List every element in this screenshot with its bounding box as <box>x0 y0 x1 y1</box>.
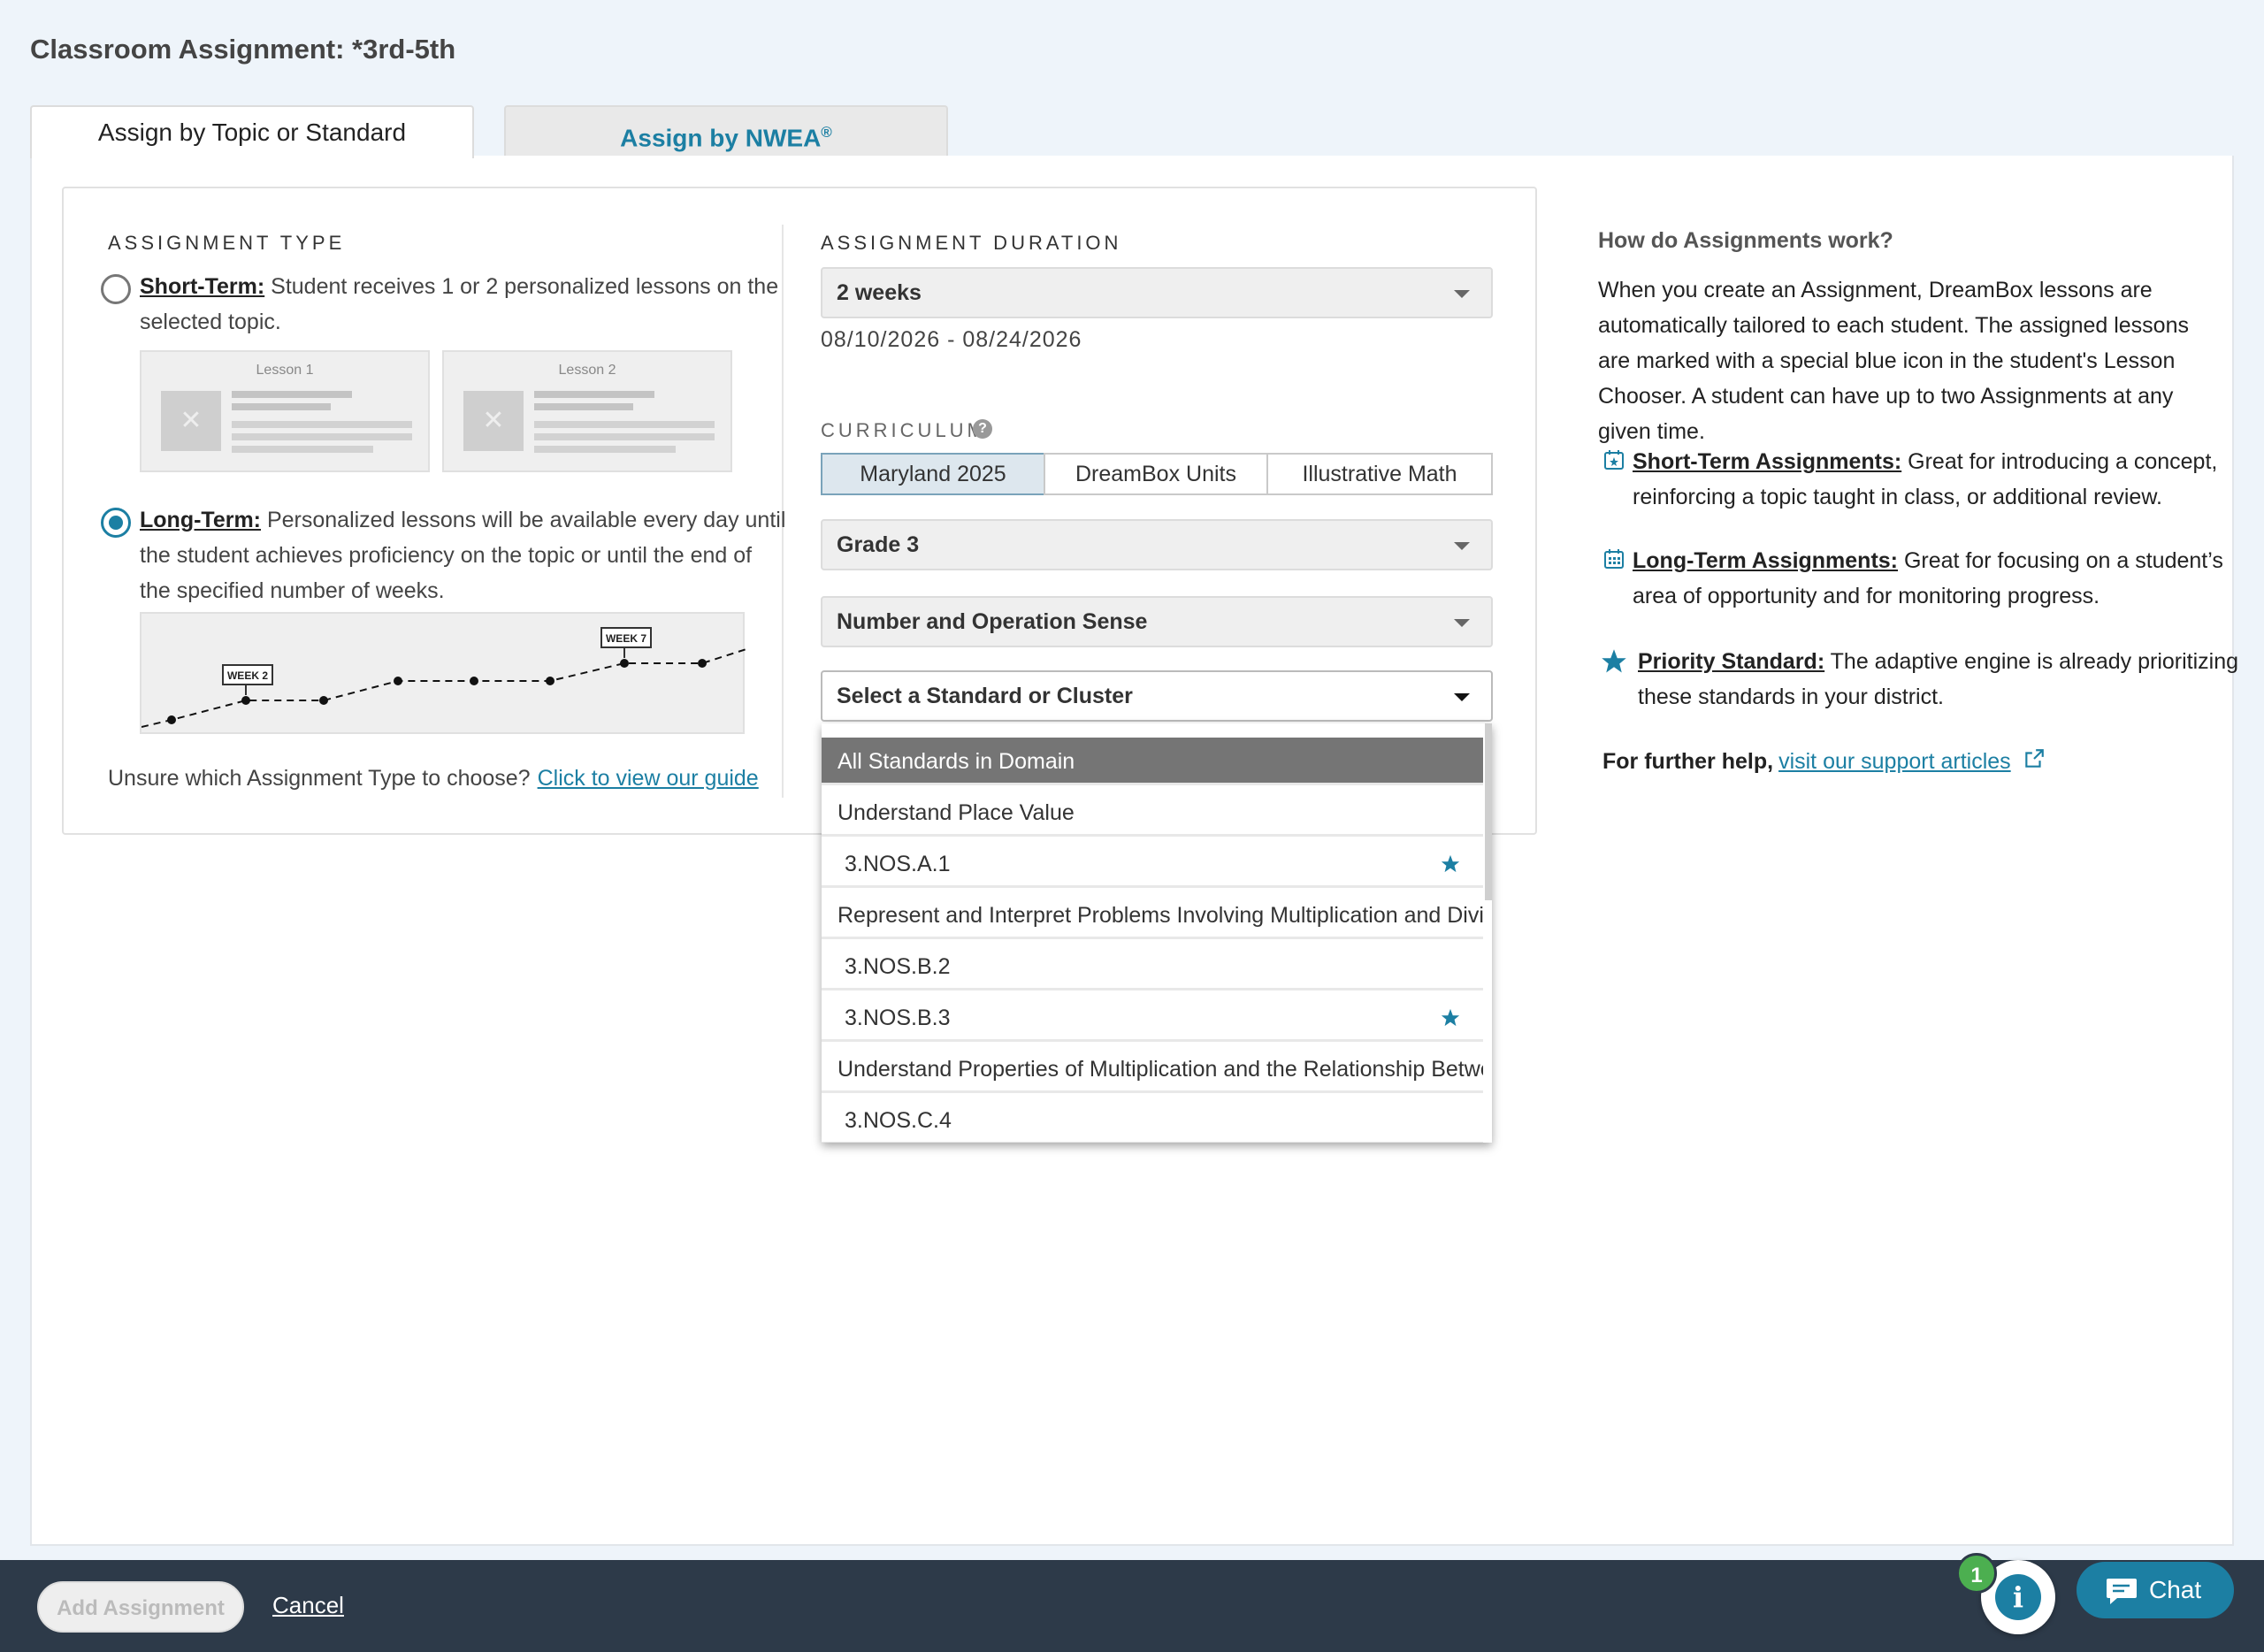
curriculum-option-dreambox[interactable]: DreamBox Units <box>1044 453 1268 495</box>
lesson-1-preview: Lesson 1 ✕ <box>140 350 430 472</box>
long-term-calendar-icon <box>1604 549 1624 569</box>
add-assignment-button[interactable]: Add Assignment <box>37 1581 244 1633</box>
info-icon: i <box>1995 1574 2041 1620</box>
long-term-desc-2: the student achieves proficiency on the … <box>140 543 753 568</box>
help-icon[interactable]: ? <box>973 419 992 439</box>
short-term-radio[interactable] <box>101 274 131 304</box>
grade-value: Grade 3 <box>837 532 920 557</box>
image-placeholder-icon: ✕ <box>161 391 221 451</box>
long-term-option-text: Long-Term: Personalized lessons will be … <box>140 502 785 608</box>
dropdown-option[interactable]: Understand Properties of Multiplication … <box>822 1045 1483 1093</box>
standard-placeholder: Select a Standard or Cluster <box>837 684 1133 708</box>
dropdown-option[interactable]: Understand Place Value <box>822 789 1483 837</box>
priority-star-icon <box>1602 649 1626 673</box>
curriculum-label: CURRICULUM <box>821 419 987 441</box>
dropdown-option[interactable]: 3.NOS.B.2 <box>822 943 1483 990</box>
info-title: How do Assignments work? <box>1598 228 1893 253</box>
short-term-info-desc-1: Great for introducing a concept, <box>1901 449 2218 474</box>
long-term-info: Long-Term Assignments: Great for focusin… <box>1633 543 2223 614</box>
chevron-down-icon <box>1454 619 1470 627</box>
dropdown-scrollbar[interactable] <box>1485 723 1492 900</box>
chat-label: Chat <box>2149 1576 2202 1603</box>
option-label: All Standards in Domain <box>838 749 1075 774</box>
option-label: 3.NOS.B.2 <box>845 954 951 979</box>
priority-info-label: Priority Standard: <box>1638 649 1825 674</box>
dropdown-option[interactable]: 3.NOS.B.3 <box>822 994 1483 1042</box>
lesson-1-title: Lesson 1 <box>256 363 314 378</box>
duration-value: 2 weeks <box>837 280 922 305</box>
dropdown-option[interactable]: 3.NOS.C.4 <box>822 1097 1483 1143</box>
domain-select[interactable]: Number and Operation Sense <box>821 596 1493 647</box>
long-term-info-desc-1: Great for focusing on a student’s <box>1898 548 2223 573</box>
domain-value: Number and Operation Sense <box>837 609 1148 634</box>
grade-select[interactable]: Grade 3 <box>821 519 1493 570</box>
tab-nwea-label: Assign by NWEA <box>620 124 822 152</box>
curriculum-option-maryland[interactable]: Maryland 2025 <box>821 453 1045 495</box>
guide-prompt-text: Unsure which Assignment Type to choose? <box>108 766 531 791</box>
long-term-info-desc-2: area of opportunity and for monitoring p… <box>1633 584 2100 608</box>
tab-assign-by-nwea[interactable]: Assign by NWEA® <box>504 105 948 157</box>
image-placeholder-icon: ✕ <box>463 391 524 451</box>
long-term-info-label: Long-Term Assignments: <box>1633 548 1899 573</box>
further-help: For further help, visit our support artic… <box>1602 747 2046 775</box>
duration-select[interactable]: 2 weeks <box>821 267 1493 318</box>
priority-info-desc-1: The adaptive engine is already prioritiz… <box>1824 649 2239 674</box>
option-label: Understand Place Value <box>838 800 1075 825</box>
short-term-option-text: Short-Term: Student receives 1 or 2 pers… <box>140 269 778 340</box>
long-term-desc-3: the specified number of weeks. <box>140 578 445 603</box>
date-range: 08/10/2026 - 08/24/2026 <box>821 327 1082 352</box>
short-term-info-label: Short-Term Assignments: <box>1633 449 1902 474</box>
external-link-icon[interactable] <box>2023 747 2046 770</box>
option-label: 3.NOS.B.3 <box>845 1006 951 1030</box>
curriculum-option-illustrative[interactable]: Illustrative Math <box>1266 453 1493 495</box>
short-term-desc-2: selected topic. <box>140 310 281 334</box>
further-help-prefix: For further help, <box>1602 749 1774 774</box>
assignment-type-label: ASSIGNMENT TYPE <box>108 232 346 254</box>
support-articles-link[interactable]: visit our support articles <box>1778 749 2011 774</box>
lesson-2-title: Lesson 2 <box>558 363 616 378</box>
guide-prompt: Unsure which Assignment Type to choose? C… <box>108 766 759 792</box>
dropdown-option[interactable]: All Standards in Domain <box>822 738 1483 785</box>
chevron-down-icon <box>1454 693 1470 701</box>
long-term-radio[interactable] <box>101 508 131 538</box>
chevron-down-icon <box>1454 290 1470 298</box>
chat-bubble-icon <box>2107 1579 2137 1604</box>
registered-mark: ® <box>821 124 832 141</box>
notification-badge: 1 <box>1956 1553 1997 1594</box>
chevron-down-icon <box>1454 542 1470 550</box>
page-title: Classroom Assignment: *3rd-5th <box>30 34 456 65</box>
option-label: 3.NOS.C.4 <box>845 1108 952 1133</box>
progress-line-illustration: WEEK 2 WEEK 7 <box>141 627 747 728</box>
option-label: Represent and Interpret Problems Involvi… <box>838 903 1483 928</box>
short-term-info-desc-2: reinforcing a topic taught in class, or … <box>1633 485 2162 509</box>
assignment-duration-label: ASSIGNMENT DURATION <box>821 232 1122 254</box>
lesson-2-preview: Lesson 2 ✕ <box>442 350 732 472</box>
short-term-info: Short-Term Assignments: Great for introd… <box>1633 444 2217 515</box>
priority-star-icon <box>1441 1008 1460 1027</box>
chart-week-2-label: WEEK 2 <box>227 669 268 682</box>
guide-link[interactable]: Click to view our guide <box>538 766 759 791</box>
standard-dropdown-list: All Standards in Domain Understand Place… <box>822 723 1492 1143</box>
short-term-calendar-icon <box>1604 450 1624 470</box>
long-term-desc-1: Personalized lessons will be available e… <box>261 508 786 532</box>
dropdown-option[interactable]: Represent and Interpret Problems Involvi… <box>822 891 1483 939</box>
tab-assign-by-topic[interactable]: Assign by Topic or Standard <box>30 105 474 158</box>
info-paragraph: When you create an Assignment, DreamBox … <box>1598 278 2189 444</box>
priority-standard-info: Priority Standard: The adaptive engine i… <box>1638 644 2238 715</box>
cancel-link[interactable]: Cancel <box>272 1592 344 1619</box>
short-term-label: Short-Term: <box>140 274 265 299</box>
priority-info-desc-2: these standards in your district. <box>1638 685 1944 709</box>
dropdown-option[interactable]: 3.NOS.A.1 <box>822 840 1483 888</box>
standard-select[interactable]: Select a Standard or Cluster <box>821 670 1493 722</box>
priority-star-icon <box>1441 854 1460 873</box>
long-term-progress-illustration: WEEK 2 WEEK 7 <box>140 612 747 734</box>
option-label: 3.NOS.A.1 <box>845 852 951 876</box>
chart-week-7-label: WEEK 7 <box>606 632 646 645</box>
chat-button[interactable]: Chat <box>2077 1562 2234 1618</box>
short-term-desc-1: Student receives 1 or 2 personalized les… <box>264 274 779 299</box>
option-label: Understand Properties of Multiplication … <box>838 1057 1483 1082</box>
long-term-label: Long-Term: <box>140 508 262 532</box>
